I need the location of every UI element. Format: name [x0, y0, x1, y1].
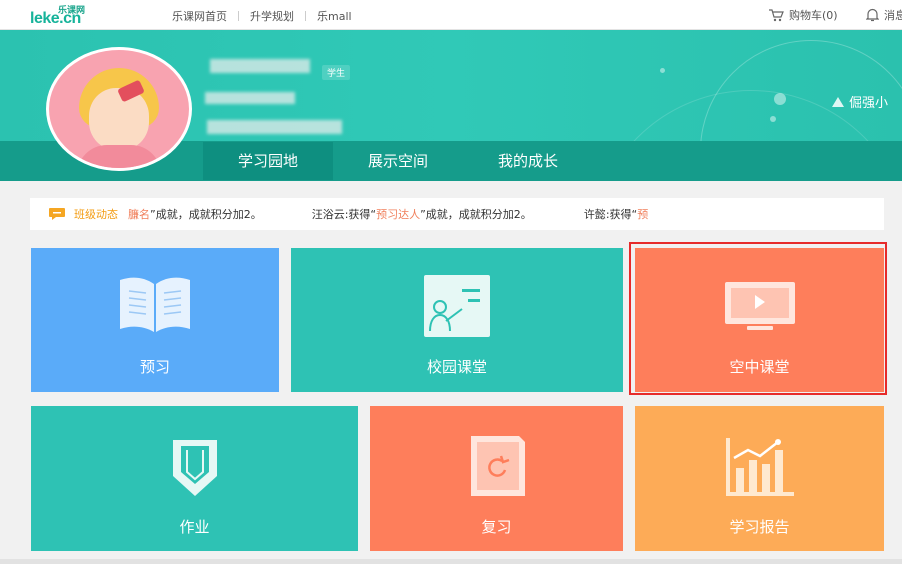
tab-showcase[interactable]: 展示空间	[333, 142, 463, 180]
decorative-dot	[774, 93, 786, 105]
campus-class-tile-label: 校园课堂	[426, 358, 487, 376]
study-report-tile[interactable]: 学习报告	[635, 406, 884, 551]
news-achievement: 臁名	[128, 208, 150, 221]
avatar[interactable]	[46, 47, 192, 171]
video-screen-icon	[724, 282, 795, 330]
news-text: :获得“	[344, 208, 377, 221]
review-tile[interactable]: 复习	[370, 406, 623, 551]
cart-link[interactable]: 购物车(0)	[768, 7, 838, 23]
message-link[interactable]: 消息	[866, 7, 902, 23]
logo-main-text: leke.cn	[30, 10, 81, 27]
current-user-name: 倔强小	[849, 96, 889, 111]
cart-label: 购物车(0)	[789, 9, 838, 22]
air-class-tile[interactable]: 空中课堂	[635, 248, 884, 392]
user-triangle-icon	[832, 96, 844, 107]
teacher-board-icon	[424, 275, 490, 337]
open-book-icon	[120, 277, 190, 332]
homework-tile-label: 作业	[179, 518, 210, 536]
study-report-tile-label: 学习报告	[729, 518, 790, 536]
top-bar: 乐课网 leke.cn 乐课网首页 升学规划 乐mall 购物车(0) 消息	[0, 0, 902, 30]
decorative-dot	[660, 68, 665, 73]
preview-tile[interactable]: 预习	[31, 248, 279, 392]
nav-planning-link[interactable]: 升学规划	[250, 8, 294, 24]
news-student: 许懿	[583, 208, 606, 221]
air-class-tile-label: 空中课堂	[729, 358, 790, 376]
bell-icon	[866, 8, 879, 22]
nav-divider	[305, 11, 306, 21]
news-student: 汪浴云	[311, 208, 345, 221]
news-item[interactable]: 许懿:获得“预	[584, 206, 648, 222]
news-item[interactable]: 汪浴云:获得“预习达人”成就，成就积分加2。	[312, 206, 532, 222]
campus-class-tile[interactable]: 校园课堂	[291, 248, 623, 392]
avatar-face	[89, 88, 149, 150]
speech-bubble-icon	[49, 208, 65, 220]
news-text: ”成就，成就积分加2。	[420, 208, 532, 221]
review-folder-icon	[470, 436, 525, 496]
news-text: ”成就，成就积分加2。	[150, 208, 262, 221]
message-label: 消息	[884, 9, 902, 22]
top-nav: 乐课网首页 升学规划 乐mall	[172, 8, 352, 24]
pencil-shield-icon	[172, 440, 217, 496]
blurred-username	[210, 59, 310, 73]
leke-logo[interactable]: 乐课网 leke.cn	[30, 3, 100, 27]
news-text: :获得“	[605, 208, 638, 221]
role-badge: 学生	[322, 65, 351, 80]
news-item[interactable]: 臁名”成就，成就积分加2。	[128, 206, 262, 222]
homework-tile[interactable]: 作业	[31, 406, 358, 551]
review-tile-label: 复习	[481, 518, 512, 536]
nav-divider	[238, 11, 239, 21]
blurred-school	[205, 92, 295, 104]
preview-tile-label: 预习	[139, 358, 170, 376]
news-achievement: 预习达人	[376, 208, 421, 221]
news-achievement: 预	[637, 208, 649, 221]
page-bottom-edge	[0, 559, 902, 564]
cart-icon	[769, 8, 784, 21]
nav-mall-link[interactable]: 乐mall	[317, 8, 352, 24]
news-label: 班级动态	[74, 208, 118, 221]
avatar-body	[77, 145, 161, 168]
bar-chart-icon	[725, 438, 794, 496]
decorative-dot	[770, 116, 776, 122]
tab-my-growth[interactable]: 我的成长	[463, 142, 593, 180]
class-news-ticker: 班级动态 臁名”成就，成就积分加2。 汪浴云:获得“预习达人”成就，成就积分加2…	[30, 198, 884, 230]
tab-study-garden[interactable]: 学习园地	[203, 142, 333, 180]
blurred-class	[207, 120, 342, 134]
nav-home-link[interactable]: 乐课网首页	[172, 8, 227, 24]
profile-tabs: 学习园地 展示空间 我的成长	[203, 142, 593, 180]
current-user[interactable]: 倔强小	[832, 92, 888, 111]
